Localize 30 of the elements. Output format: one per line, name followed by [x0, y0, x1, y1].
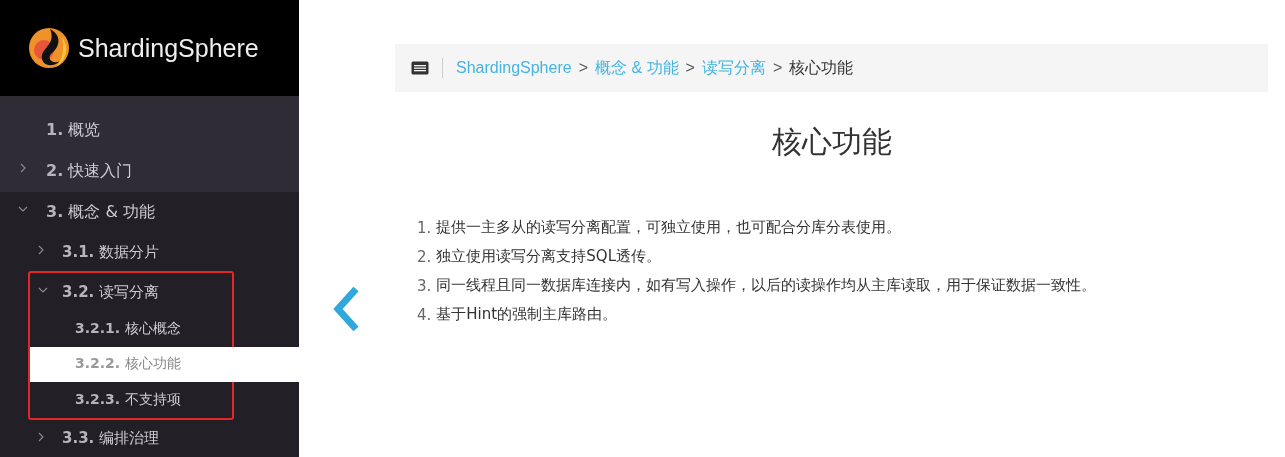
- nav-item[interactable]: 3.3. 编排治理: [0, 419, 299, 457]
- nav-item[interactable]: 3.2.1. 核心概念: [30, 311, 232, 347]
- breadcrumb-current: 核心功能: [789, 57, 854, 78]
- chevron-down-icon[interactable]: [38, 285, 48, 295]
- list-item-text: 独立使用读写分离支持SQL透传。: [436, 247, 661, 266]
- list-item-text: 同一线程且同一数据库连接内，如有写入操作，以后的读操作均从主库读取，用于保证数据一致性。: [436, 276, 1097, 295]
- nav-item[interactable]: 3.2. 读写分离: [30, 273, 232, 311]
- logo-text: ShardingSphere: [78, 33, 259, 63]
- breadcrumb-separator: >: [772, 59, 783, 77]
- breadcrumb-separator: >: [578, 59, 588, 77]
- chevron-right-icon[interactable]: [36, 245, 46, 255]
- list-number: 1.: [417, 218, 432, 237]
- list-item-text: 基于Hint的强制主库路由。: [436, 305, 618, 324]
- nav-item[interactable]: 1. 概览: [0, 110, 299, 151]
- nav-item[interactable]: 3.2.3. 不支持项: [30, 382, 232, 418]
- nav-item[interactable]: 3. 概念 & 功能: [0, 192, 299, 233]
- list-item-text: 提供一主多从的读写分离配置，可独立使用，也可配合分库分表使用。: [436, 218, 902, 237]
- breadcrumb-separator: >: [685, 59, 695, 77]
- nav-item[interactable]: 3.1. 数据分片: [0, 233, 299, 271]
- list-number: 3.: [417, 276, 432, 295]
- nav-item[interactable]: 2. 快速入门: [0, 151, 299, 192]
- menu-icon[interactable]: [411, 61, 429, 75]
- list-number: 4.: [417, 305, 432, 324]
- list-number: 2.: [417, 247, 432, 266]
- flame-logo-icon: [26, 25, 72, 71]
- chevron-right-icon[interactable]: [36, 431, 46, 442]
- nav-item[interactable]: 3.2.2. 核心功能: [30, 346, 299, 382]
- chevron-right-icon[interactable]: [18, 163, 28, 173]
- page-title: 核心功能: [770, 123, 893, 161]
- chevron-down-icon[interactable]: [18, 204, 28, 214]
